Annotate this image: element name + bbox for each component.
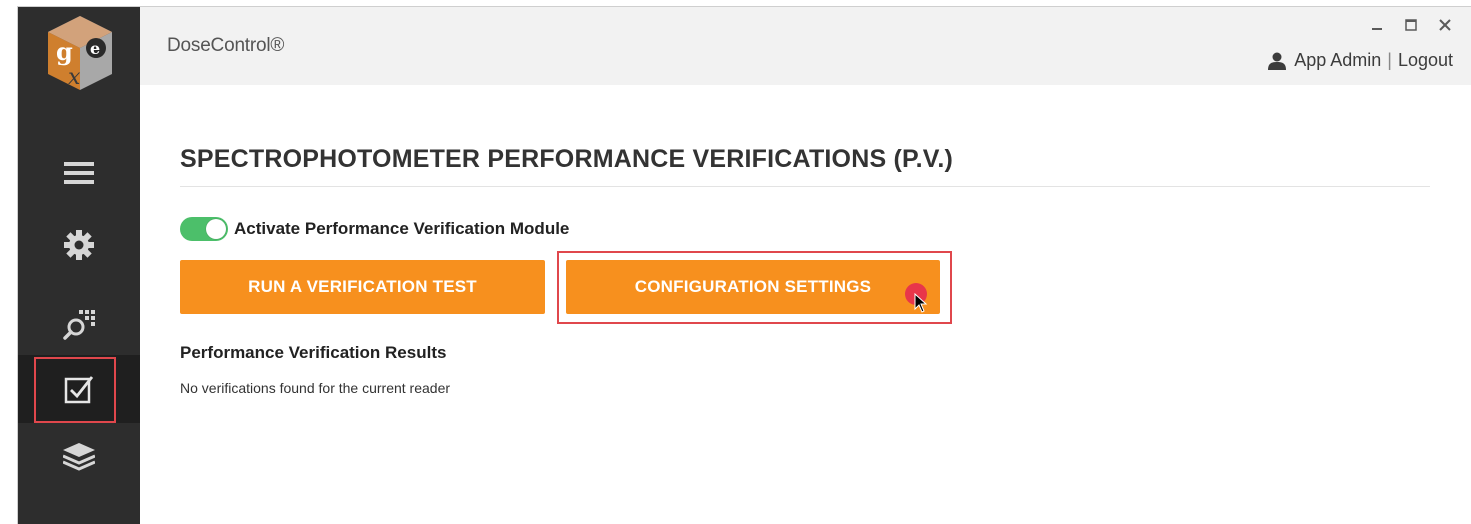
close-icon[interactable]: [1437, 17, 1453, 33]
gear-icon: [64, 230, 94, 260]
title-divider: [180, 186, 1430, 187]
user-icon: [1268, 52, 1287, 70]
run-verification-test-button[interactable]: RUN A VERIFICATION TEST: [180, 260, 545, 314]
user-name: App Admin: [1294, 50, 1382, 70]
layers-icon: [63, 443, 95, 471]
maximize-icon[interactable]: [1403, 17, 1419, 33]
sidebar-item-menu[interactable]: [18, 139, 140, 207]
svg-text:x: x: [68, 65, 81, 90]
toggle-knob: [206, 219, 226, 239]
app-window: g e x DoseControl® App Admin | Logout SP…: [0, 0, 1471, 524]
results-heading: Performance Verification Results: [180, 343, 447, 362]
app-title: DoseControl®: [167, 35, 285, 56]
sidebar-item-settings[interactable]: [18, 211, 140, 279]
user-area: App Admin | Logout: [1268, 50, 1453, 71]
minimize-icon[interactable]: [1369, 17, 1385, 33]
mouse-cursor-icon: [914, 292, 928, 318]
svg-text:e: e: [90, 39, 100, 58]
app-logo: g e x: [44, 14, 116, 94]
search-grid-icon: [63, 308, 95, 340]
sidebar-item-layers[interactable]: [18, 423, 140, 491]
configuration-settings-button[interactable]: CONFIGURATION SETTINGS: [566, 260, 940, 314]
sidebar-item-verification[interactable]: [18, 355, 140, 423]
page-title: SPECTROPHOTOMETER PERFORMANCE VERIFICATI…: [180, 145, 954, 173]
module-toggle-label: Activate Performance Verification Module: [234, 219, 570, 238]
sidebar: g e x: [18, 7, 140, 524]
hamburger-menu-icon: [64, 162, 94, 184]
logout-link[interactable]: Logout: [1398, 50, 1453, 71]
user-separator: |: [1387, 50, 1392, 70]
header-bar: DoseControl® App Admin | Logout: [140, 7, 1471, 85]
window-controls: [1369, 17, 1453, 33]
module-toggle-row: Activate Performance Verification Module: [180, 217, 569, 241]
checkbox-icon: [64, 374, 94, 404]
module-toggle[interactable]: [180, 217, 228, 241]
sidebar-item-search[interactable]: [18, 290, 140, 358]
results-empty-message: No verifications found for the current r…: [180, 380, 451, 396]
svg-text:g: g: [56, 37, 73, 66]
